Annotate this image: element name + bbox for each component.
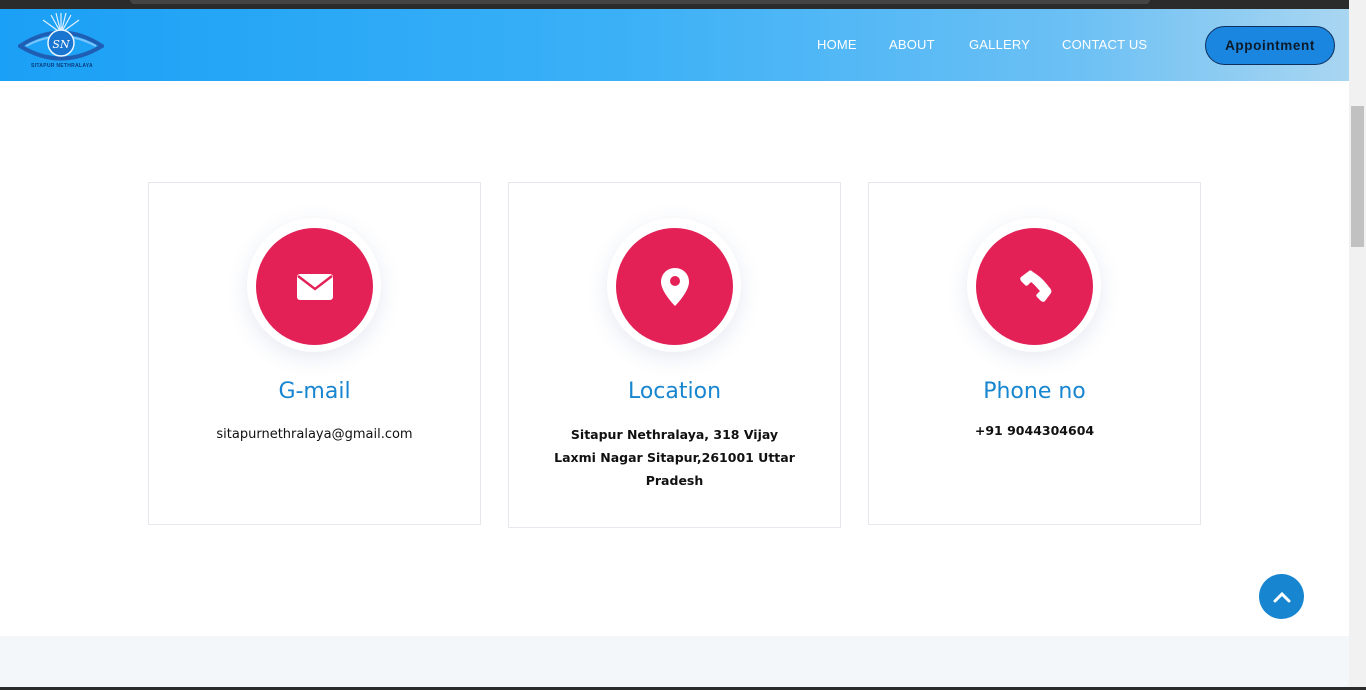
icon-ring (247, 218, 381, 352)
scrollbar-thumb[interactable] (1351, 106, 1364, 247)
appointment-button[interactable]: Appointment (1205, 26, 1335, 65)
phone-icon-circle (976, 228, 1093, 345)
map-pin-icon (660, 267, 689, 306)
icon-ring (607, 218, 741, 352)
back-to-top-button[interactable] (1259, 574, 1304, 619)
location-card: Location Sitapur Nethralaya, 318 Vijay L… (508, 182, 841, 528)
icon-ring (967, 218, 1101, 352)
chevron-up-icon (1273, 591, 1290, 602)
phone-text[interactable]: +91 9044304604 (909, 419, 1160, 442)
navbar: SN SITAPUR NETHRALAYA HOME ABOUT GALLERY… (0, 9, 1349, 81)
gmail-card: G-mail sitapurnethralaya@gmail.com (148, 182, 481, 525)
envelope-icon (296, 273, 333, 300)
page-scrollbar[interactable] (1349, 0, 1366, 690)
browser-top-strip (0, 0, 1366, 9)
logo-monogram: SN (52, 38, 70, 51)
phone-icon (1019, 269, 1051, 302)
nav-about-link[interactable]: ABOUT (889, 37, 935, 52)
logo-text: SITAPUR NETHRALAYA (31, 63, 93, 69)
nav-contact-link[interactable]: CONTACT US (1062, 37, 1147, 52)
email-text[interactable]: sitapurnethralaya@gmail.com (169, 423, 460, 446)
phone-card: Phone no +91 9044304604 (868, 182, 1201, 525)
map-pin-icon-circle (616, 228, 733, 345)
envelope-icon-circle (256, 228, 373, 345)
card-title: Phone no (983, 379, 1086, 404)
nav-gallery-link[interactable]: GALLERY (969, 37, 1030, 52)
card-title: G-mail (278, 379, 351, 404)
browser-top-bar (130, 0, 1150, 4)
card-title: Location (627, 379, 722, 404)
footer-band (0, 636, 1349, 690)
address-text: Sitapur Nethralaya, 318 Vijay Laxmi Naga… (554, 427, 795, 488)
nav-home-link[interactable]: HOME (817, 37, 857, 52)
